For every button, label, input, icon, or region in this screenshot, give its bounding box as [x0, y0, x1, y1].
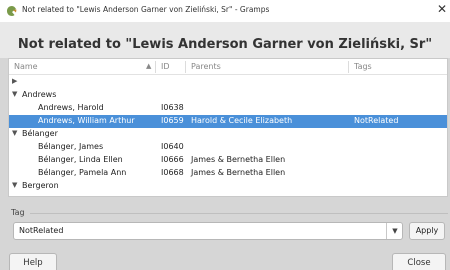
group-name: Andrews: [22, 90, 57, 99]
person-row[interactable]: Andrews, Harold I0638: [9, 102, 447, 115]
people-tree-view[interactable]: Name ▲ ID Parents Tags ▶ ▼ Andrews Andre…: [8, 58, 448, 197]
column-separator: [155, 61, 156, 73]
expander-collapsed-icon[interactable]: ▶: [12, 77, 17, 85]
tree-group-row[interactable]: ▶: [9, 76, 447, 89]
group-name: Bélanger: [22, 129, 58, 138]
person-row[interactable]: Bélanger, Linda Ellen I0666 James & Bern…: [9, 154, 447, 167]
frame-border: [30, 213, 448, 214]
tag-combobox-value: NotRelated: [19, 226, 64, 235]
person-id: I0666: [161, 155, 184, 164]
person-parents: James & Bernetha Ellen: [191, 168, 286, 177]
group-name: Bergeron: [22, 181, 59, 190]
person-name: Bélanger, Linda Ellen: [38, 155, 123, 164]
gramps-icon: [7, 6, 17, 16]
tree-group-row[interactable]: ▼ Andrews: [9, 89, 447, 102]
window-title: Not related to "Lewis Anderson Garner vo…: [22, 5, 270, 14]
title-bar: Not related to "Lewis Anderson Garner vo…: [0, 0, 450, 22]
expander-expanded-icon[interactable]: ▼: [12, 129, 17, 137]
person-parents: Harold & Cecile Elizabeth: [191, 116, 293, 125]
column-header-name[interactable]: Name: [14, 62, 38, 71]
tree-group-row[interactable]: ▼ Bélanger: [9, 128, 447, 141]
column-headers: Name ▲ ID Parents Tags: [9, 59, 447, 75]
dialog-header: Not related to "Lewis Anderson Garner vo…: [0, 22, 450, 58]
person-row-selected[interactable]: Andrews, William Arthur I0659 Harold & C…: [9, 115, 447, 128]
person-id: I0640: [161, 142, 184, 151]
person-id: I0668: [161, 168, 184, 177]
person-tags: NotRelated: [354, 116, 399, 125]
expander-expanded-icon[interactable]: ▼: [12, 181, 17, 189]
person-name: Andrews, William Arthur: [38, 116, 135, 125]
person-row[interactable]: Bélanger, James I0640: [9, 141, 447, 154]
person-id: I0638: [161, 103, 184, 112]
tag-combobox[interactable]: NotRelated ▼: [13, 222, 403, 240]
person-row[interactable]: Bélanger, Pamela Ann I0668 James & Berne…: [9, 167, 447, 180]
column-separator: [348, 61, 349, 73]
person-parents: James & Bernetha Ellen: [191, 155, 286, 164]
column-header-parents[interactable]: Parents: [191, 62, 221, 71]
chevron-down-icon[interactable]: ▼: [386, 223, 403, 239]
close-icon[interactable]: ✕: [436, 2, 448, 16]
tag-frame: Tag NotRelated ▼ Apply: [8, 208, 448, 244]
column-separator: [185, 61, 186, 73]
column-header-tags[interactable]: Tags: [354, 62, 372, 71]
close-button[interactable]: Close: [392, 253, 446, 270]
person-name: Bélanger, James: [38, 142, 104, 151]
person-id: I0659: [161, 116, 184, 125]
person-name: Bélanger, Pamela Ann: [38, 168, 127, 177]
expander-expanded-icon[interactable]: ▼: [12, 90, 17, 98]
tree-group-row[interactable]: ▼ Bergeron: [9, 180, 447, 193]
sort-ascending-icon: ▲: [146, 62, 152, 70]
column-header-id[interactable]: ID: [161, 62, 170, 71]
help-button[interactable]: Help: [9, 253, 57, 270]
tag-label: Tag: [11, 208, 27, 217]
person-name: Andrews, Harold: [38, 103, 104, 112]
dialog-heading: Not related to "Lewis Anderson Garner vo…: [17, 37, 433, 52]
apply-button[interactable]: Apply: [409, 222, 445, 240]
